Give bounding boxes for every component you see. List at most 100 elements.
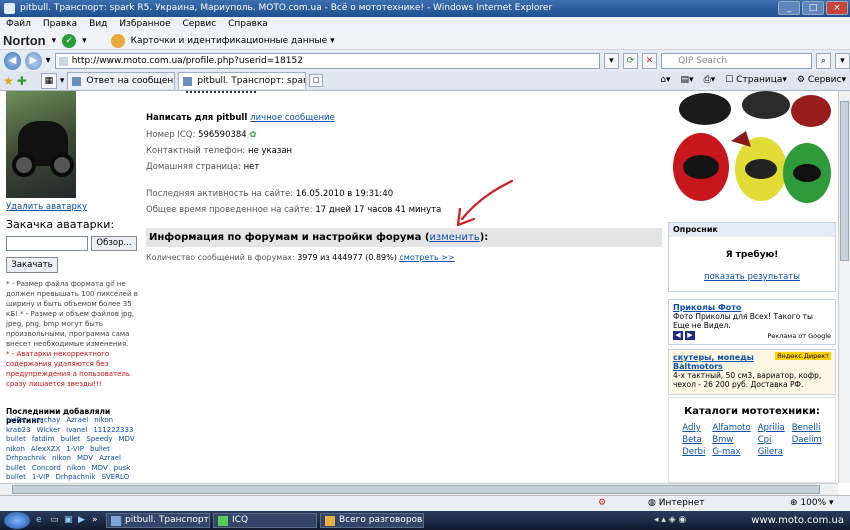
history-dropdown-icon[interactable]: ▾ [46,55,51,66]
norton-check-icon[interactable]: ✓ [62,33,77,48]
zoom-control[interactable]: ⊕ 100% ▾ [790,496,834,511]
rating-nick-link[interactable]: bullet [61,435,81,445]
tab-list-dropdown-icon[interactable]: ▾ [60,76,65,86]
rating-nick-link[interactable]: 111222333 [93,426,133,436]
quicklaunch-more-icon[interactable]: » [92,511,98,530]
poll-results-link[interactable]: показать результаты [704,272,800,282]
search-icon[interactable]: ⌕ [815,52,831,69]
rating-nick-link[interactable]: Drhpachnik [55,473,95,483]
rating-nick-link[interactable]: AlexXZX [31,445,60,455]
search-input[interactable]: QIP Search [661,52,812,69]
rating-nick-link[interactable]: MDV [92,464,108,474]
rating-nick-link[interactable]: pruchay [32,416,60,426]
tab-reply[interactable]: Ответ на сообщение в фор... [67,72,176,89]
rating-nick-link[interactable]: nikon [67,464,86,474]
quicklaunch-media-icon[interactable]: ▶ [78,511,85,530]
rating-nick-link[interactable]: nikon [6,445,25,455]
brand-link[interactable]: Bmw [712,435,750,445]
change-settings-link[interactable]: изменить [429,232,479,243]
scroll-thumb[interactable] [12,485,820,494]
view-posts-link[interactable]: смотреть >> [399,253,454,262]
rating-nick-link[interactable]: bullet [90,445,110,455]
menu-file[interactable]: Файл [6,17,31,32]
browse-button[interactable]: Обзор... [91,236,137,251]
close-button[interactable]: × [826,1,848,15]
rating-nick-link[interactable]: MDV [118,435,134,445]
quicklaunch-desktop-icon[interactable]: ▣ [64,511,73,530]
brand-link[interactable]: Adly [682,423,705,433]
rating-nick-link[interactable]: Drhpachnik [6,454,46,464]
forward-arrow-icon[interactable]: ▶ [24,51,42,70]
rating-nick-link[interactable]: Azrael [66,416,88,426]
rating-nick-link[interactable]: nikon [52,454,71,464]
back-arrow-icon[interactable]: ◀ [4,51,21,70]
rating-nick-link[interactable]: fatdim [32,435,55,445]
tab-profile[interactable]: pitbull. Транспорт: spark... [178,72,307,89]
home-icon[interactable]: ⌂▾ [660,71,670,90]
address-input[interactable]: http://www.moto.com.ua/profile.php?useri… [54,52,600,69]
rating-nick-link[interactable]: Wicker [37,426,61,436]
privacy-icon[interactable]: ⚙ [598,496,606,511]
yandex-direct-badge[interactable]: Яндекс.Директ [775,352,831,360]
rating-nick-link[interactable]: krab23 [6,426,31,436]
ad1-title-link[interactable]: Приколы Фото [673,303,741,312]
search-dropdown-icon[interactable]: ▾ [834,52,850,69]
rating-nick-link[interactable]: bullet [6,473,26,483]
brand-link[interactable]: Derbi [682,447,705,457]
print-icon[interactable]: ⎙▾ [704,71,716,90]
task-ie[interactable]: pitbull. Транспорт:... [106,513,210,528]
brand-link[interactable]: Cpi [758,435,785,445]
rating-nick-link[interactable]: 1-VIP [66,445,84,455]
norton-check-dropdown-icon[interactable]: ▾ [82,32,87,50]
rating-nick-link[interactable]: Concord [32,464,61,474]
rating-nick-link[interactable]: bullet [6,464,26,474]
rating-nick-link[interactable]: SVERLO [102,473,130,483]
refresh-icon[interactable]: ⟳ [622,52,639,69]
prev-ad-icon[interactable]: ◀ [673,331,683,340]
rating-nick-link[interactable]: MDV [77,454,93,464]
vertical-scrollbar[interactable] [838,91,850,483]
google-ads-label[interactable]: Реклама от Google [767,332,831,340]
menu-tools[interactable]: Сервис [183,17,217,32]
brand-link[interactable]: Gilera [758,447,785,457]
rating-nick-link[interactable]: bullet [6,416,26,426]
quick-tabs-icon[interactable]: ▦ [40,72,57,89]
rating-nick-link[interactable]: bullet [6,435,26,445]
task-chat[interactable]: Всего разговоров: ... [320,513,424,528]
address-dropdown-icon[interactable]: ▾ [603,52,619,69]
rating-nick-link[interactable]: 1-VIP [32,473,50,483]
menu-edit[interactable]: Правка [43,17,77,32]
rating-nick-link[interactable]: Azrael [99,454,121,464]
horizontal-scrollbar[interactable] [0,483,838,495]
private-message-link[interactable]: личное сообщение [250,113,335,123]
brand-link[interactable]: Benelli [792,423,822,433]
menu-help[interactable]: Справка [228,17,268,32]
rating-nick-link[interactable]: nikon [94,416,113,426]
rating-nick-link[interactable]: Speedy [86,435,112,445]
rating-nick-link[interactable]: Ivanel [66,426,87,436]
brand-link[interactable]: G-max [712,447,750,457]
task-icq[interactable]: ICQ [213,513,317,528]
menu-favorites[interactable]: Избранное [119,17,170,32]
delete-avatar-link[interactable]: Удалить аватарку [6,202,87,212]
start-orb-icon[interactable] [4,512,30,529]
feeds-icon[interactable]: ▤▾ [681,71,694,90]
identity-cards-menu[interactable]: Карточки и идентификационные данные ▾ [131,32,335,50]
stop-icon[interactable]: ✕ [642,52,658,69]
upload-button[interactable]: Закачать [6,257,58,273]
maximize-button[interactable]: □ [802,1,824,15]
brand-link[interactable]: Daelim [792,435,822,445]
ad2-title-link[interactable]: скутеры, мопеды Baltmotors [673,353,773,371]
quicklaunch-ie-icon[interactable]: e [36,511,42,530]
helmets-banner[interactable] [671,91,833,219]
brand-link[interactable]: Aprilia [758,423,785,433]
minimize-button[interactable]: _ [778,1,800,15]
add-favorites-icon[interactable]: ✚ [17,74,27,88]
rating-nick-link[interactable]: pusk [114,464,131,474]
new-tab-icon[interactable]: □ [309,74,324,87]
tools-menu[interactable]: ⚙ Сервис▾ [797,71,846,90]
quicklaunch-folder-icon[interactable]: ▭ [50,511,59,530]
scroll-thumb[interactable] [840,101,849,261]
brand-link[interactable]: Alfamoto [712,423,750,433]
brand-link[interactable]: Beta [682,435,705,445]
